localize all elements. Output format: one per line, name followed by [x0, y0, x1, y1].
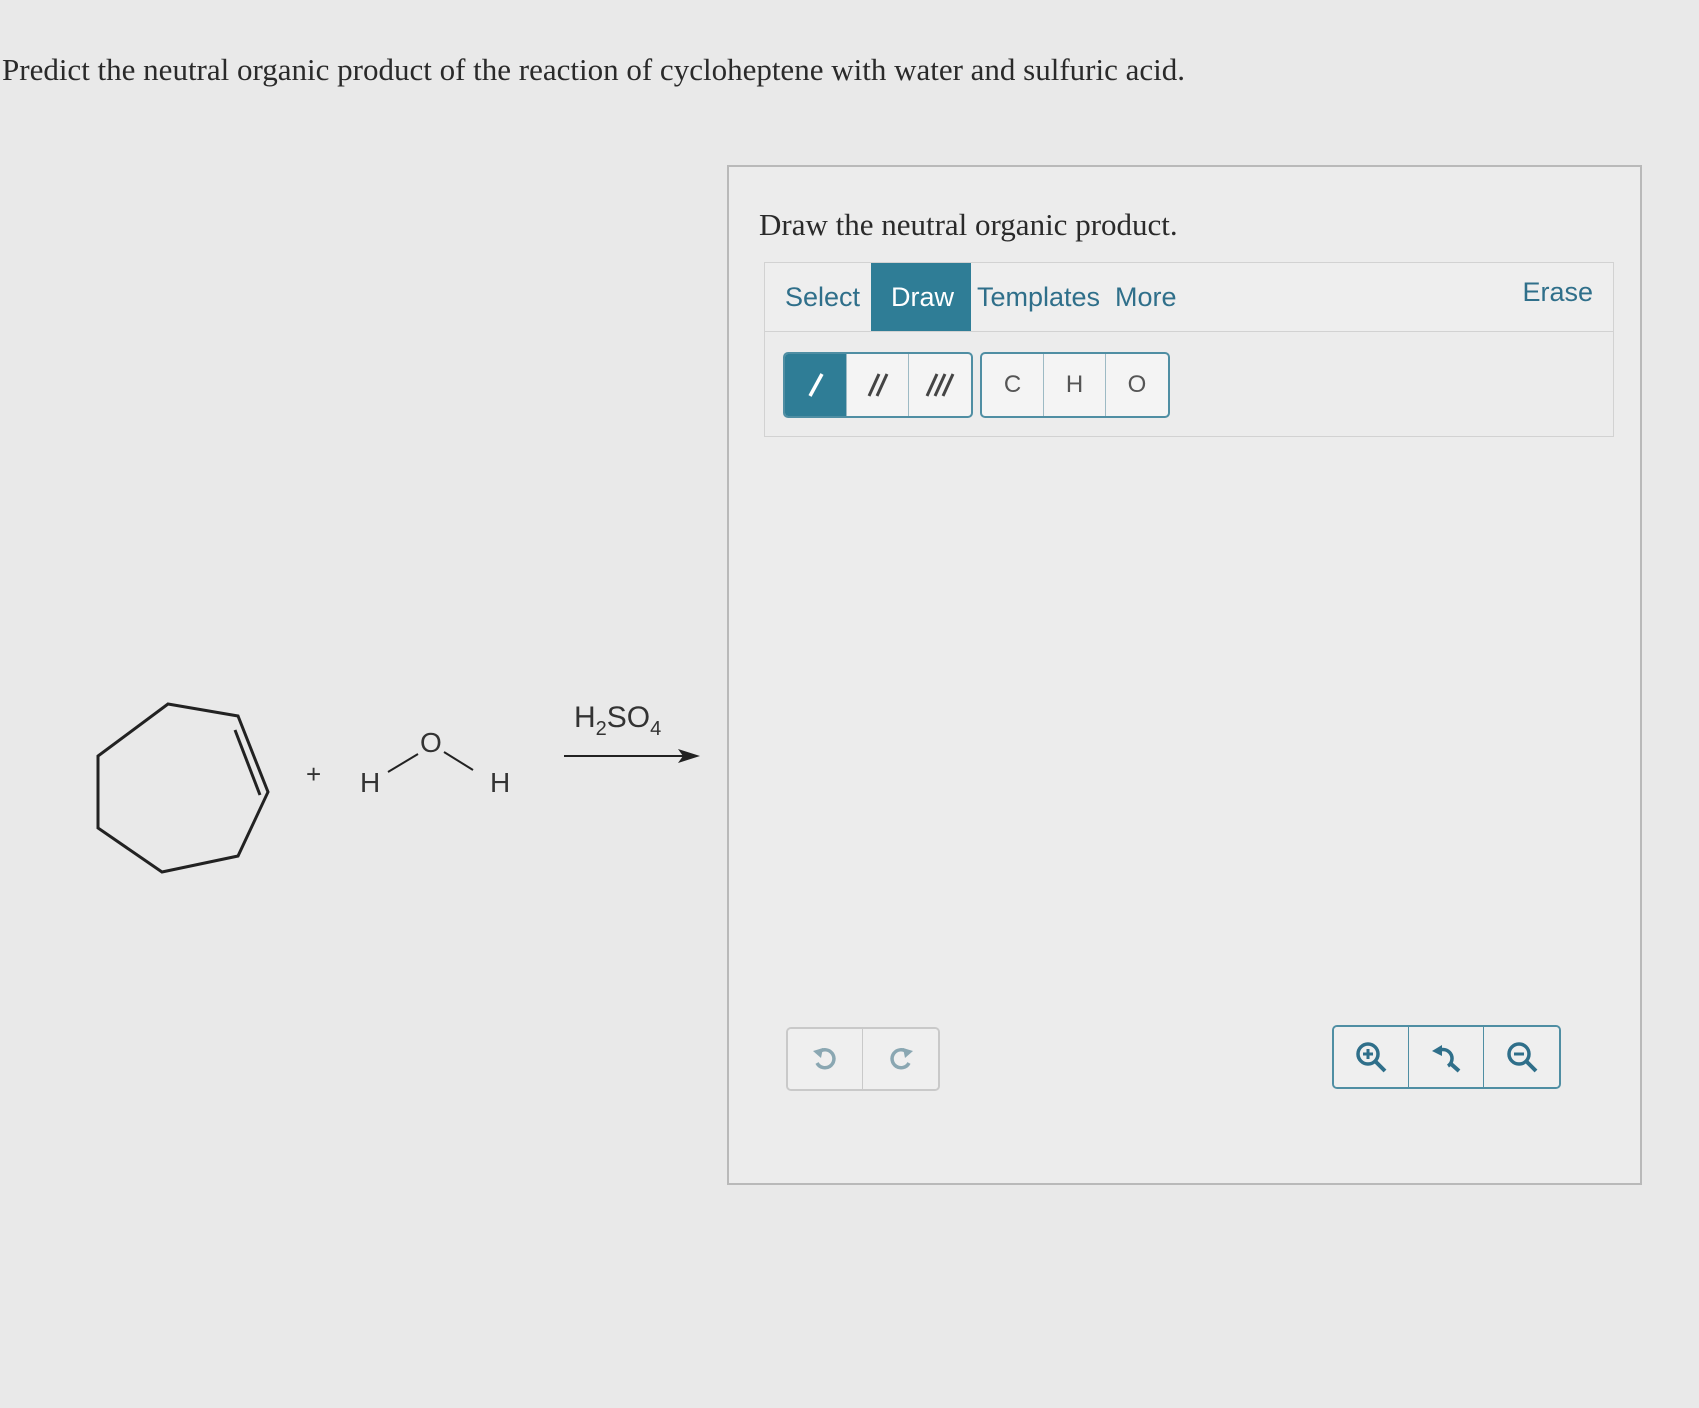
panel-prompt: Draw the neutral organic product.: [759, 207, 1178, 242]
redo-button[interactable]: [863, 1029, 938, 1089]
undo-icon: [813, 1048, 836, 1070]
cycloheptene-ring: [96, 702, 270, 874]
history-tools-group: [786, 1027, 940, 1091]
single-bond-icon: [807, 373, 824, 397]
atom-o-button[interactable]: O: [1106, 354, 1168, 416]
triple-bond-icon: [925, 373, 955, 397]
atom-h-button[interactable]: H: [1044, 354, 1106, 416]
atom-c-button[interactable]: C: [982, 354, 1044, 416]
water-o: O: [420, 727, 442, 758]
zoom-tools-group: [1332, 1025, 1561, 1089]
zoom-in-button[interactable]: [1334, 1027, 1409, 1087]
water-bond-right: [443, 751, 474, 771]
triple-bond-button[interactable]: [909, 354, 971, 416]
water-h-right: H: [490, 767, 510, 798]
zoom-out-button[interactable]: [1484, 1027, 1559, 1087]
zoom-out-icon: [1506, 1042, 1537, 1073]
bond-tools-group: [783, 352, 973, 418]
reagent-label: H2SO4: [574, 701, 661, 740]
water-h-left: H: [360, 767, 380, 798]
reset-zoom-icon: [1432, 1045, 1461, 1073]
editor-menu-bar: Select Draw Templates More Erase: [764, 262, 1614, 332]
plus-sign: +: [306, 759, 321, 789]
menu-select[interactable]: Select: [765, 263, 880, 331]
single-bond-button[interactable]: [785, 354, 847, 416]
zoom-in-icon: [1356, 1042, 1387, 1073]
water-bond-left: [387, 753, 419, 773]
drawing-panel: Draw the neutral organic product. Select…: [727, 165, 1642, 1185]
menu-erase[interactable]: Erase: [1502, 258, 1613, 326]
undo-button[interactable]: [788, 1029, 863, 1089]
reaction-scheme: + H O H H2SO4: [96, 701, 700, 874]
double-bond-icon: [867, 373, 888, 397]
menu-more[interactable]: More: [1095, 263, 1197, 331]
question-text: Predict the neutral organic product of t…: [2, 52, 1185, 87]
menu-draw[interactable]: Draw: [871, 263, 971, 331]
draw-tools-row: C H O: [764, 332, 1614, 437]
reset-zoom-button[interactable]: [1409, 1027, 1484, 1087]
redo-icon: [889, 1048, 913, 1070]
atom-tools-group: C H O: [980, 352, 1170, 418]
page: Predict the neutral organic product of t…: [0, 0, 1699, 1408]
double-bond-button[interactable]: [847, 354, 909, 416]
